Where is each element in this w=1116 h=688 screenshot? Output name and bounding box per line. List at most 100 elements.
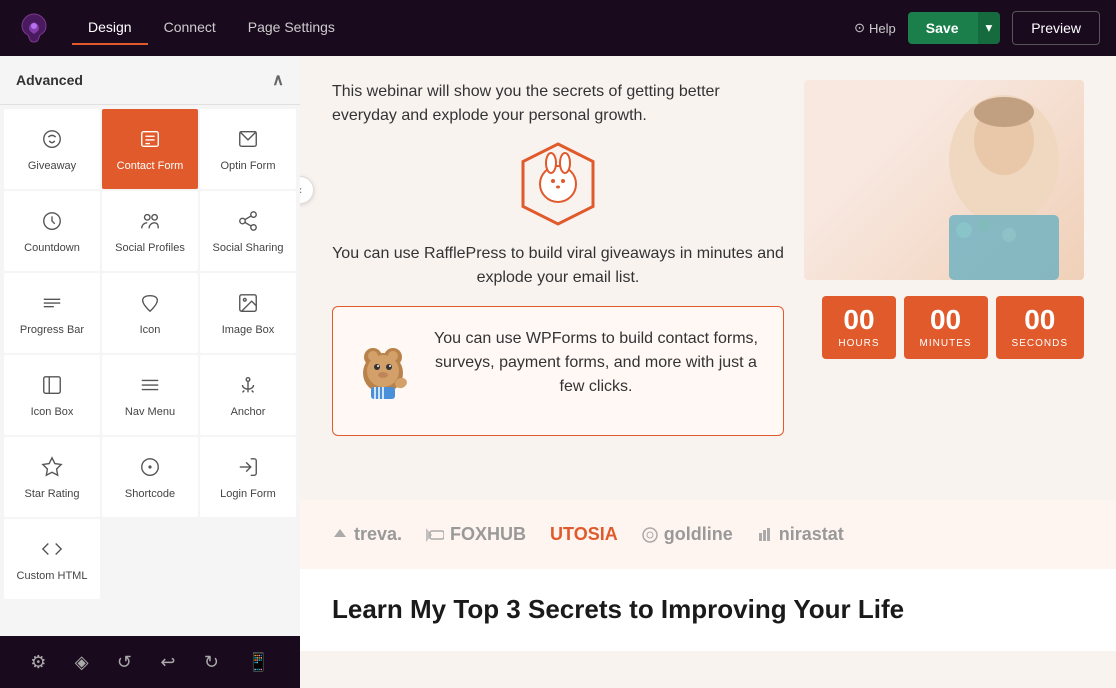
sidebar-section-label: Advanced	[16, 72, 83, 88]
app-logo[interactable]	[16, 10, 52, 46]
logo-goldline: goldline	[642, 524, 733, 545]
chevron-up-icon[interactable]: ∧	[272, 70, 284, 90]
widget-nav-menu-label: Nav Menu	[125, 406, 175, 419]
learn-title: Learn My Top 3 Secrets to Improving Your…	[332, 593, 1084, 627]
wpforms-box: You can use WPForms to build contact for…	[332, 306, 784, 436]
help-link[interactable]: ⊙ Help	[854, 20, 896, 36]
widget-star-rating-label: Star Rating	[24, 488, 79, 501]
widget-progress-bar-label: Progress Bar	[20, 324, 84, 337]
icon-widget-icon	[139, 292, 161, 318]
image-box-icon	[237, 292, 259, 318]
widget-nav-menu[interactable]: Nav Menu	[102, 355, 198, 435]
help-circle-icon: ⊙	[854, 20, 865, 36]
nav-menu-icon	[139, 374, 161, 400]
widget-social-profiles[interactable]: Social Profiles	[102, 191, 198, 271]
save-button[interactable]: Save	[908, 12, 977, 44]
nav-right-actions: ⊙ Help Save ▾ Preview	[854, 11, 1100, 45]
widget-shortcode[interactable]: Shortcode	[102, 437, 198, 517]
seconds-label: SECONDS	[1012, 338, 1068, 349]
widget-login-form-label: Login Form	[220, 488, 276, 501]
widget-anchor[interactable]: Anchor	[200, 355, 296, 435]
sidebar-header: Advanced ∧	[0, 56, 300, 105]
nav-tabs: Design Connect Page Settings	[72, 11, 351, 45]
minutes-value: 00	[920, 306, 972, 334]
page-content: This webinar will show you the secrets o…	[300, 56, 1116, 500]
widget-social-sharing[interactable]: Social Sharing	[200, 191, 296, 271]
optin-form-icon	[237, 128, 259, 154]
countdown-hours: 00 HOURS	[822, 296, 895, 359]
widget-custom-html[interactable]: Custom HTML	[4, 519, 100, 599]
widget-giveaway-label: Giveaway	[28, 160, 76, 173]
widget-anchor-label: Anchor	[231, 406, 266, 419]
main-layout: Advanced ∧ Giveaway	[0, 56, 1116, 688]
social-profiles-icon	[139, 210, 161, 236]
countdown-seconds: 00 SECONDS	[996, 296, 1084, 359]
save-dropdown-button[interactable]: ▾	[977, 12, 1001, 44]
tab-connect[interactable]: Connect	[148, 11, 232, 45]
anchor-icon	[237, 374, 259, 400]
giveaway-icon	[41, 128, 63, 154]
countdown-icon	[41, 210, 63, 236]
layers-toolbar-icon[interactable]: ◈	[67, 648, 97, 677]
raffle-icon-area	[332, 144, 784, 234]
widget-icon-box[interactable]: Icon Box	[4, 355, 100, 435]
widget-contact-form-label: Contact Form	[117, 160, 184, 173]
bottom-toolbar: ⚙ ◈ ↺ ↩ ↻ 📱	[0, 636, 300, 688]
widget-giveaway[interactable]: Giveaway	[4, 109, 100, 189]
intro-paragraph: This webinar will show you the secrets o…	[332, 80, 784, 128]
widget-contact-form[interactable]: Contact Form	[102, 109, 198, 189]
logo-nirastat: nirastat	[757, 524, 844, 545]
countdown-minutes: 00 MINUTES	[904, 296, 988, 359]
logos-section: treva. FOXHUB UTOSIA goldline nirastat	[300, 500, 1116, 569]
widget-social-profiles-label: Social Profiles	[115, 242, 185, 255]
widget-image-box-label: Image Box	[222, 324, 275, 337]
widget-social-sharing-label: Social Sharing	[213, 242, 284, 255]
widget-icon[interactable]: Icon	[102, 273, 198, 353]
preview-button[interactable]: Preview	[1012, 11, 1100, 45]
widget-shortcode-label: Shortcode	[125, 488, 175, 501]
minutes-label: MINUTES	[920, 338, 972, 349]
undo-toolbar-icon[interactable]: ↩	[152, 648, 183, 677]
settings-toolbar-icon[interactable]: ⚙	[22, 648, 54, 677]
wpforms-bear-icon	[353, 341, 413, 401]
person-image-area	[804, 80, 1084, 280]
sidebar-content: Advanced ∧ Giveaway	[0, 56, 300, 636]
widget-image-box[interactable]: Image Box	[200, 273, 296, 353]
widget-star-rating[interactable]: Star Rating	[4, 437, 100, 517]
intro-section: This webinar will show you the secrets o…	[332, 80, 1084, 460]
history-toolbar-icon[interactable]: ↺	[109, 648, 140, 677]
canvas-area: ‹ This webinar will show you the secrets…	[300, 56, 1116, 688]
redo-toolbar-icon[interactable]: ↻	[196, 648, 227, 677]
top-navigation: Design Connect Page Settings ⊙ Help Save…	[0, 0, 1116, 56]
hours-label: HOURS	[838, 338, 879, 349]
right-panel: 00 HOURS 00 MINUTES 00 SECONDS	[804, 80, 1084, 379]
intro-text-area: This webinar will show you the secrets o…	[332, 80, 784, 460]
logo-utosia: UTOSIA	[550, 524, 618, 545]
widget-progress-bar[interactable]: Progress Bar	[4, 273, 100, 353]
widget-login-form[interactable]: Login Form	[200, 437, 296, 517]
seconds-value: 00	[1012, 306, 1068, 334]
custom-html-icon	[41, 538, 63, 564]
countdown-section: 00 HOURS 00 MINUTES 00 SECONDS	[804, 296, 1084, 359]
contact-form-icon	[139, 128, 161, 154]
tab-page-settings[interactable]: Page Settings	[232, 11, 351, 45]
sidebar-panel: Advanced ∧ Giveaway	[0, 56, 300, 688]
logo-treva: treva.	[332, 524, 402, 545]
star-rating-icon	[41, 456, 63, 482]
social-sharing-icon	[237, 210, 259, 236]
person-placeholder	[864, 80, 1084, 280]
icon-box-icon	[41, 374, 63, 400]
login-form-icon	[237, 456, 259, 482]
tab-design[interactable]: Design	[72, 11, 148, 45]
widget-custom-html-label: Custom HTML	[17, 570, 88, 583]
widget-optin-form[interactable]: Optin Form	[200, 109, 296, 189]
raffle-subtext: You can use RafflePress to build viral g…	[332, 242, 784, 290]
widget-optin-form-label: Optin Form	[220, 160, 275, 173]
raffle-hexagon	[518, 144, 598, 224]
widget-countdown[interactable]: Countdown	[4, 191, 100, 271]
widget-countdown-label: Countdown	[24, 242, 80, 255]
widget-grid: Giveaway Contact Form	[0, 105, 300, 603]
shortcode-icon	[139, 456, 161, 482]
widget-icon-box-label: Icon Box	[31, 406, 74, 419]
mobile-toolbar-icon[interactable]: 📱	[239, 648, 277, 677]
